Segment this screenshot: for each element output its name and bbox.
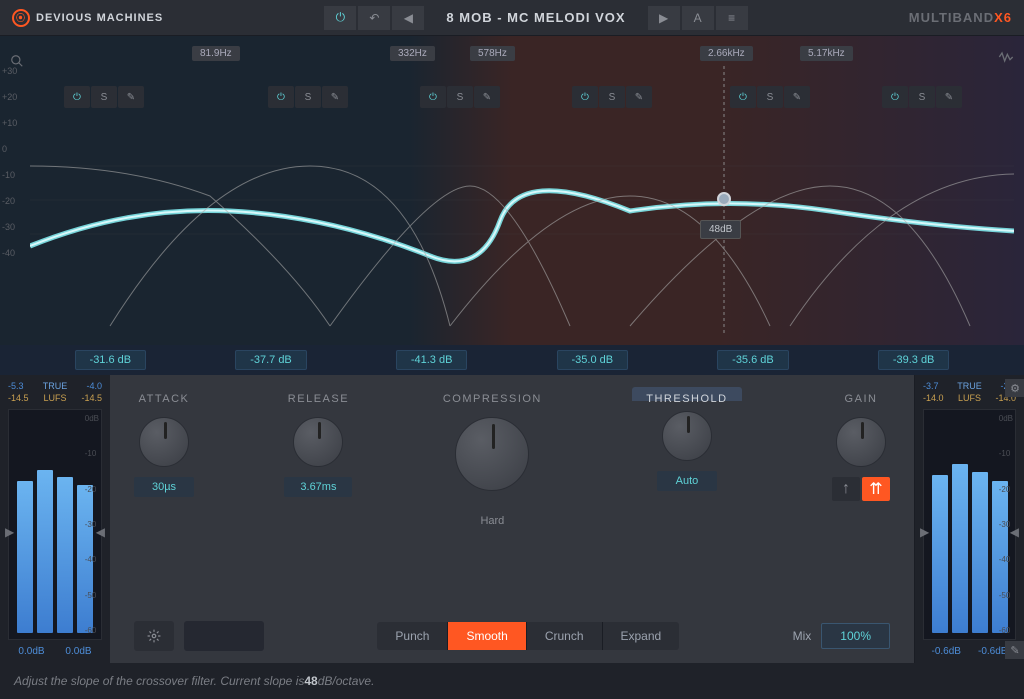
product-name: MULTIBANDX6 — [909, 10, 1012, 25]
threshold-label[interactable]: THRESHOLD — [632, 387, 741, 401]
y-tick: -20 — [2, 196, 17, 206]
mode-expand[interactable]: Expand — [603, 622, 680, 650]
header-center: ⏻ ↶ ◀ 8 MOB - MC MELODI VOX ▶ A ≡ — [171, 6, 901, 30]
meter-scale-right: 0dB-10-20-30-40-50-60 — [999, 410, 1013, 639]
meter-arrow-left-icon[interactable]: ▶ — [5, 525, 14, 539]
spectrum-graph[interactable]: +30+20+100-10-20-30-40 81.9Hz332Hz578Hz2… — [0, 36, 1024, 345]
bottom-row: PunchSmoothCrunchExpand Mix 100% — [134, 609, 890, 651]
output-meter-lufs: -14.0LUFS-14.0 — [923, 393, 1016, 403]
meter-scale-left: 0dB-10-20-30-40-50-60 — [85, 410, 99, 639]
mix-value[interactable]: 100% — [821, 623, 890, 649]
mode-smooth[interactable]: Smooth — [448, 622, 526, 650]
gain-knob[interactable] — [836, 417, 886, 467]
logo-icon: ⦿ — [12, 9, 30, 27]
status-bar: Adjust the slope of the crossover filter… — [0, 663, 1024, 699]
y-tick: -40 — [2, 248, 17, 258]
prev-preset-button[interactable]: ◀ — [392, 6, 424, 30]
band-db-5[interactable]: -39.3 dB — [878, 350, 950, 370]
freq-label-4[interactable]: 5.17kHz — [800, 46, 853, 61]
input-meter-lufs: -14.5LUFS-14.5 — [8, 393, 102, 403]
gain-label: GAIN — [845, 393, 878, 407]
mix-section: Mix 100% — [793, 623, 890, 649]
output-meter: ⚙ -3.7TRUE-2.8 -14.0LUFS-14.0 ▶ ◀ 0dB-10… — [914, 375, 1024, 663]
power-button[interactable]: ⏻ — [324, 6, 356, 30]
y-tick: 0 — [2, 144, 17, 154]
meter-arrow-left-icon[interactable]: ▶ — [920, 525, 929, 539]
header-bar: ⦿ DEVIOUS MACHINES ⏻ ↶ ◀ 8 MOB - MC MELO… — [0, 0, 1024, 36]
mode-tabs: PunchSmoothCrunchExpand — [377, 622, 679, 650]
curves-svg — [30, 66, 1014, 335]
release-value[interactable]: 3.67ms — [284, 477, 352, 497]
freq-labels: 81.9Hz 332Hz 578Hz 2.66kHz 5.17kHz — [0, 46, 1024, 66]
settings-button[interactable] — [134, 621, 174, 651]
band-db-4[interactable]: -35.6 dB — [717, 350, 789, 370]
mode-punch[interactable]: Punch — [377, 622, 448, 650]
undo-button[interactable]: ↶ — [358, 6, 390, 30]
release-label: RELEASE — [288, 393, 349, 407]
attack-control: ATTACK 30µs — [134, 393, 194, 497]
meter-settings-icon[interactable]: ⚙ — [1005, 379, 1024, 397]
attack-knob[interactable] — [139, 417, 189, 467]
threshold-knob[interactable] — [662, 411, 712, 461]
input-level-meter: ▶ ◀ 0dB-10-20-30-40-50-60 — [8, 409, 102, 640]
threshold-value[interactable]: Auto — [657, 471, 717, 491]
compression-label: COMPRESSION — [443, 393, 542, 407]
ext-display — [184, 621, 264, 651]
attack-value[interactable]: 30µs — [134, 477, 194, 497]
compression-control: COMPRESSION Hard — [443, 393, 542, 533]
output-level-meter: ▶ ◀ 0dB-10-20-30-40-50-60 — [923, 409, 1016, 640]
output-meter-true: -3.7TRUE-2.8 — [923, 381, 1016, 391]
freq-label-3[interactable]: 2.66kHz — [700, 46, 753, 61]
y-tick: +30 — [2, 66, 17, 76]
mode-crunch[interactable]: Crunch — [527, 622, 603, 650]
input-meter-footer: 0.0dB0.0dB — [8, 640, 102, 657]
wand-icon[interactable]: ✎ — [1005, 641, 1024, 659]
gain-mode-single[interactable]: ↑ — [832, 477, 860, 501]
freq-label-2[interactable]: 578Hz — [470, 46, 515, 61]
threshold-control: THRESHOLD Auto — [632, 393, 741, 491]
next-preset-button[interactable]: ▶ — [648, 6, 680, 30]
y-tick: +10 — [2, 118, 17, 128]
gain-mode-double[interactable]: ⇈ — [862, 477, 890, 501]
band-db-2[interactable]: -41.3 dB — [396, 350, 468, 370]
brand-text: DEVIOUS MACHINES — [36, 12, 163, 24]
controls-panel: ATTACK 30µs RELEASE 3.67ms COMPRESSION H… — [110, 375, 914, 663]
compression-knob[interactable] — [455, 417, 529, 491]
preset-name[interactable]: 8 MOB - MC MELODI VOX — [426, 10, 645, 25]
hard-button[interactable]: Hard — [462, 509, 522, 533]
band-db-0[interactable]: -31.6 dB — [75, 350, 147, 370]
input-meter: -5.3TRUE-4.0 -14.5LUFS-14.5 ▶ ◀ 0dB-10-2… — [0, 375, 110, 663]
knob-row: ATTACK 30µs RELEASE 3.67ms COMPRESSION H… — [134, 393, 890, 533]
freq-label-0[interactable]: 81.9Hz — [192, 46, 240, 61]
marker-value: 48dB — [700, 220, 741, 239]
output-meter-footer: -0.6dB-0.6dB — [923, 640, 1016, 657]
input-meter-true: -5.3TRUE-4.0 — [8, 381, 102, 391]
band-db-1[interactable]: -37.7 dB — [235, 350, 307, 370]
mix-label: Mix — [793, 629, 812, 643]
band-db-3[interactable]: -35.0 dB — [557, 350, 629, 370]
release-control: RELEASE 3.67ms — [284, 393, 352, 497]
menu-button[interactable]: ≡ — [716, 6, 748, 30]
main-panel: -5.3TRUE-4.0 -14.5LUFS-14.5 ▶ ◀ 0dB-10-2… — [0, 375, 1024, 663]
gain-control: GAIN ↑ ⇈ — [832, 393, 890, 501]
ab-button[interactable]: A — [682, 6, 714, 30]
release-knob[interactable] — [293, 417, 343, 467]
brand-logo: ⦿ DEVIOUS MACHINES — [12, 9, 163, 27]
marker-handle[interactable] — [717, 192, 731, 206]
attack-label: ATTACK — [139, 393, 190, 407]
y-tick: -10 — [2, 170, 17, 180]
y-tick: -30 — [2, 222, 17, 232]
freq-label-1[interactable]: 332Hz — [390, 46, 435, 61]
band-db-row: -31.6 dB -37.7 dB -41.3 dB -35.0 dB -35.6 dB… — [0, 345, 1024, 375]
